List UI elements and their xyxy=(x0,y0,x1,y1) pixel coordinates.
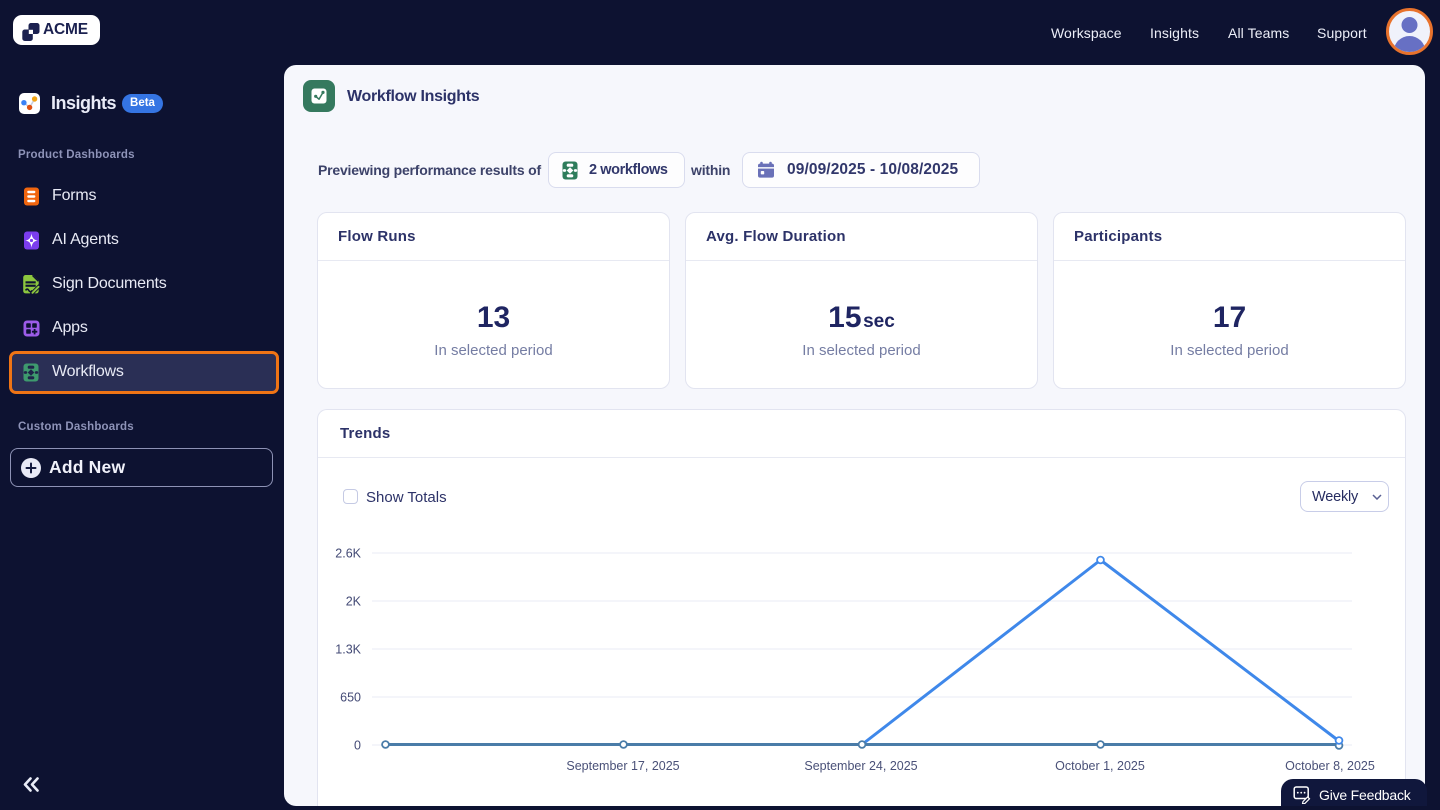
svg-text:2.6K: 2.6K xyxy=(335,547,361,561)
svg-text:2K: 2K xyxy=(346,595,362,609)
svg-text:September 24, 2025: September 24, 2025 xyxy=(804,759,917,773)
svg-text:September 17, 2025: September 17, 2025 xyxy=(566,759,679,773)
svg-text:0: 0 xyxy=(354,739,361,753)
svg-text:October 8, 2025: October 8, 2025 xyxy=(1285,759,1375,773)
svg-text:1.3K: 1.3K xyxy=(335,643,361,657)
svg-text:650: 650 xyxy=(340,691,361,705)
svg-text:October 1, 2025: October 1, 2025 xyxy=(1055,759,1145,773)
